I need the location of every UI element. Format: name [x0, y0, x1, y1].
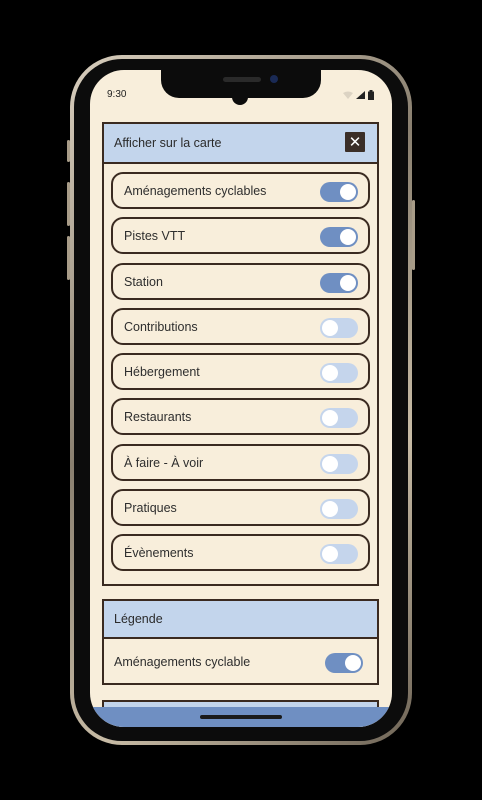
- legend-panel: Légende Aménagements cyclable: [102, 599, 379, 685]
- layer-toggle[interactable]: [320, 363, 358, 384]
- layer-label: Hébergement: [124, 365, 200, 380]
- map-layers-title: Afficher sur la carte: [114, 136, 222, 150]
- legend-toggle[interactable]: [325, 653, 363, 673]
- layer-label: Évènements: [124, 546, 194, 561]
- layer-label: Restaurants: [124, 410, 192, 425]
- layer-toggle[interactable]: [320, 544, 358, 565]
- layer-toggle[interactable]: [320, 182, 358, 202]
- close-button[interactable]: ✕: [345, 132, 365, 152]
- status-icons: [343, 90, 374, 100]
- legend-item-label: Aménagements cyclable: [114, 655, 251, 669]
- toggle-knob: [322, 319, 338, 336]
- map-layers-panel: Afficher sur la carte ✕ Aménagements cyc…: [102, 122, 379, 586]
- close-icon: ✕: [348, 133, 362, 151]
- front-camera-icon: [270, 75, 278, 83]
- camera-cutout: [232, 89, 248, 105]
- layer-toggle[interactable]: [320, 227, 358, 248]
- toggle-knob: [322, 546, 338, 563]
- legend-item: Aménagements cyclable: [104, 639, 377, 685]
- legend-header: Légende: [104, 601, 377, 639]
- layer-label: À faire - À voir: [124, 455, 204, 470]
- layer-row[interactable]: Pratiques: [111, 489, 370, 527]
- signal-icon: [356, 91, 365, 99]
- layer-row[interactable]: À faire - À voir: [111, 443, 370, 481]
- map-layers-header: Afficher sur la carte ✕: [104, 124, 377, 164]
- toggle-knob: [322, 410, 338, 427]
- toggle-knob: [322, 365, 338, 382]
- layer-row[interactable]: Station: [111, 262, 370, 300]
- toggle-knob: [340, 274, 356, 291]
- toggle-knob: [340, 229, 356, 246]
- layer-toggle[interactable]: [320, 408, 358, 429]
- layer-toggle[interactable]: [320, 317, 358, 338]
- toggle-knob: [322, 455, 338, 472]
- layer-row[interactable]: Contributions: [111, 307, 370, 345]
- layer-label: Pratiques: [124, 501, 177, 516]
- layer-toggle[interactable]: [320, 272, 358, 293]
- layer-label: Station: [124, 274, 163, 289]
- home-indicator[interactable]: [200, 715, 282, 719]
- volume-down-button: [67, 236, 70, 280]
- battery-icon: [368, 90, 374, 100]
- wifi-icon: [343, 91, 353, 99]
- layer-toggle[interactable]: [320, 453, 358, 474]
- layer-row[interactable]: Hébergement: [111, 353, 370, 391]
- layer-row[interactable]: Aménagements cyclables: [111, 172, 370, 209]
- layer-row[interactable]: Évènements: [111, 534, 370, 572]
- map-layers-list: Aménagements cyclables Pistes VTT Station C…: [104, 164, 377, 584]
- layer-row[interactable]: Pistes VTT: [111, 217, 370, 255]
- volume-up-button: [67, 182, 70, 226]
- toggle-knob: [322, 501, 338, 518]
- layer-toggle[interactable]: [320, 499, 358, 520]
- status-time: 9:30: [107, 89, 127, 100]
- mute-switch: [67, 140, 70, 162]
- phone-screen: 9:30 Afficher sur la carte ✕ Aménagement…: [90, 70, 392, 727]
- layer-label: Contributions: [124, 319, 198, 334]
- toggle-knob: [340, 184, 356, 200]
- power-button: [412, 200, 415, 270]
- layer-label: Pistes VTT: [124, 229, 186, 244]
- toggle-knob: [345, 655, 361, 671]
- legend-title: Légende: [114, 612, 163, 626]
- layer-row[interactable]: Restaurants: [111, 398, 370, 436]
- speaker-grille: [223, 77, 261, 82]
- layer-label: Aménagements cyclables: [124, 184, 267, 198]
